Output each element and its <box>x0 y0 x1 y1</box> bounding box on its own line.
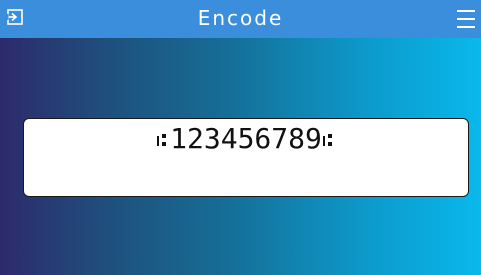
encode-display-panel: 123456789 <box>23 118 469 197</box>
page-title: Encode <box>197 6 284 30</box>
start-bar-marker-icon <box>157 134 167 146</box>
encoded-value-row: 123456789 <box>24 119 468 159</box>
encoded-value: 123456789 <box>170 122 322 155</box>
end-bar-marker-icon <box>322 134 332 146</box>
hamburger-menu-icon[interactable] <box>455 7 477 31</box>
top-bar: Encode <box>0 0 481 38</box>
